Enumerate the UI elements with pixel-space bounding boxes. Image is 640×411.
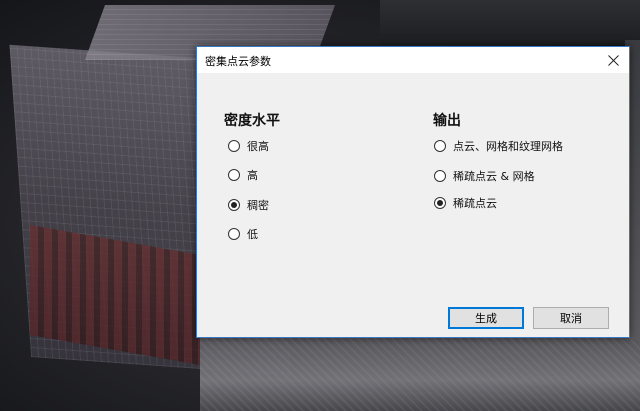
radio-icon[interactable] xyxy=(434,140,446,152)
output-option-label: 点云、网格和纹理网格 xyxy=(453,140,563,153)
radio-icon[interactable] xyxy=(434,170,446,182)
cancel-button[interactable]: 取消 xyxy=(533,307,609,329)
density-option-label: 低 xyxy=(247,228,258,241)
close-button[interactable] xyxy=(597,47,629,73)
output-option-label: 稀疏点云 & 网格 xyxy=(453,170,535,183)
density-option-very-high[interactable]: 很高 xyxy=(228,138,269,154)
output-option-sparse-cloud[interactable]: 稀疏点云 xyxy=(434,195,497,211)
dense-cloud-dialog: 密集点云参数 密度水平 很高 高 稠密 低 输出 点云、网格和纹理网格 稀疏点云… xyxy=(196,46,630,338)
point-cloud-background xyxy=(380,0,640,45)
generate-button[interactable]: 生成 xyxy=(448,307,524,329)
radio-selected-icon[interactable] xyxy=(434,197,446,209)
radio-selected-icon[interactable] xyxy=(228,199,240,211)
output-option-sparse-mesh[interactable]: 稀疏点云 & 网格 xyxy=(434,168,535,184)
radio-icon[interactable] xyxy=(228,228,240,240)
density-option-dense[interactable]: 稠密 xyxy=(228,197,269,213)
density-option-high[interactable]: 高 xyxy=(228,167,258,183)
dialog-titlebar[interactable]: 密集点云参数 xyxy=(197,47,629,73)
output-option-label: 稀疏点云 xyxy=(453,197,497,210)
density-option-label: 高 xyxy=(247,169,258,182)
dialog-title: 密集点云参数 xyxy=(205,55,271,68)
close-icon xyxy=(607,54,619,66)
density-option-label: 很高 xyxy=(247,140,269,153)
output-option-cloud-mesh-texture[interactable]: 点云、网格和纹理网格 xyxy=(434,138,563,154)
point-cloud-ground xyxy=(200,335,640,411)
output-heading: 输出 xyxy=(433,113,461,129)
radio-icon[interactable] xyxy=(228,169,240,181)
density-heading: 密度水平 xyxy=(224,113,280,129)
density-option-low[interactable]: 低 xyxy=(228,226,258,242)
density-option-label: 稠密 xyxy=(247,199,269,212)
radio-icon[interactable] xyxy=(228,140,240,152)
